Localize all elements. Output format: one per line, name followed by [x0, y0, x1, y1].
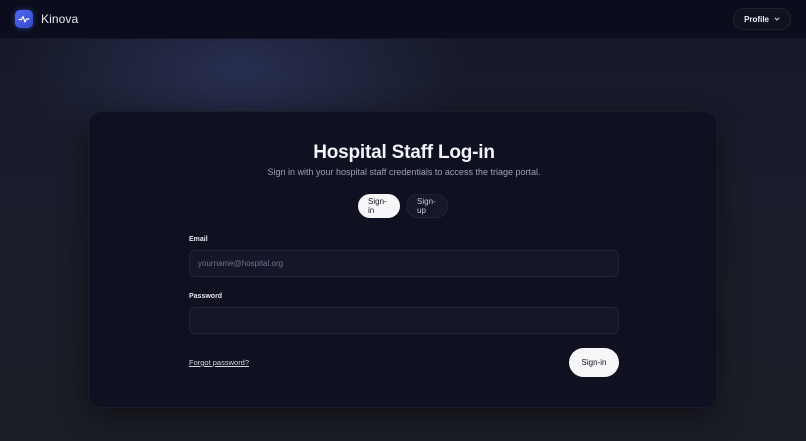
password-field[interactable]	[189, 307, 619, 334]
email-label: Email	[189, 236, 208, 243]
tab-sign-in[interactable]: Sign-in	[358, 194, 400, 218]
page-title: Hospital Staff Log-in	[313, 142, 495, 163]
tab-sign-up[interactable]: Sign-up	[406, 194, 448, 218]
auth-tabs: Sign-in Sign-up	[358, 194, 448, 218]
forgot-password-link[interactable]: Forgot password?	[189, 358, 249, 367]
page-subtitle: Sign in with your hospital staff credent…	[267, 167, 541, 177]
password-label: Password	[189, 293, 223, 300]
profile-label: Profile	[744, 14, 769, 24]
login-card: Hospital Staff Log-in Sign in with your …	[88, 111, 718, 408]
sign-in-button[interactable]: Sign-in	[569, 348, 619, 377]
chevron-down-icon	[774, 15, 780, 24]
email-field[interactable]	[189, 250, 619, 277]
top-navigation-bar: Kinova Profile	[0, 0, 806, 39]
brand[interactable]: Kinova	[15, 10, 78, 28]
app-name: Kinova	[41, 12, 79, 26]
profile-menu-button[interactable]: Profile	[733, 8, 791, 30]
pulse-icon	[15, 10, 33, 28]
